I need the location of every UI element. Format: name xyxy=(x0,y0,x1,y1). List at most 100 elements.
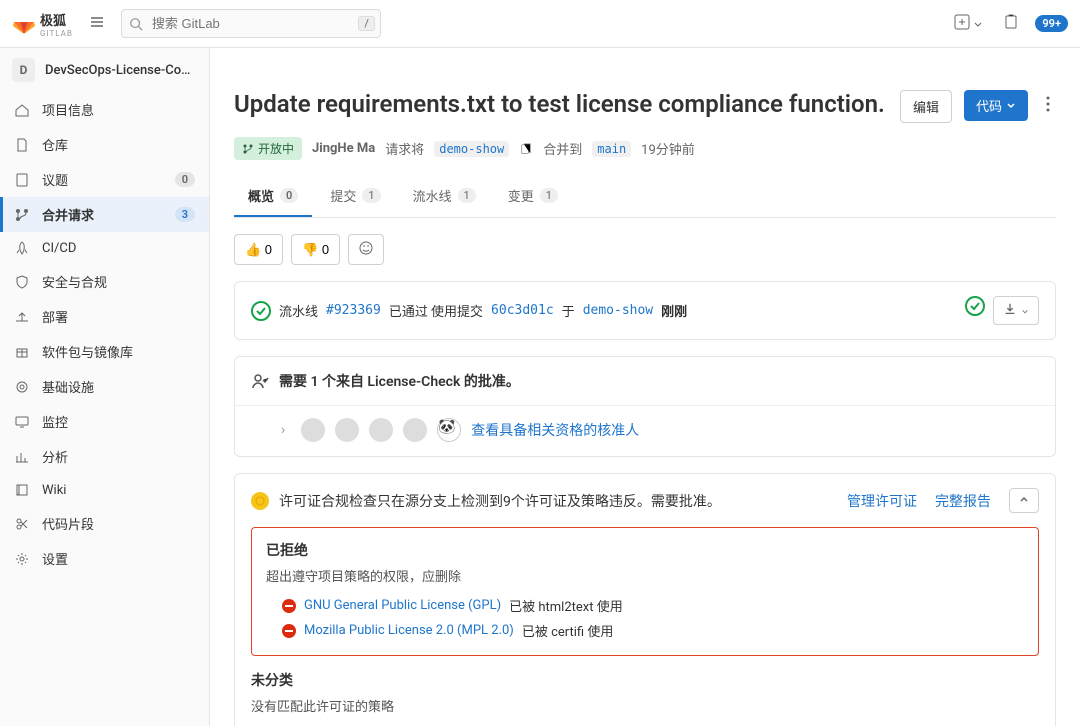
tab-count: 1 xyxy=(458,188,476,203)
hamburger-icon xyxy=(89,14,105,30)
infra-icon xyxy=(14,379,30,395)
edit-button[interactable]: 编辑 xyxy=(900,90,952,123)
license-summary: 许可证合规检查只在源分支上检测到9个许可证及策略违反。需要批准。 xyxy=(279,491,721,511)
nav-count: 3 xyxy=(175,207,195,222)
denied-sub: 超出遵守项目策略的权限，应删除 xyxy=(266,566,1024,585)
thumbs-down-button[interactable]: 👎 0 xyxy=(291,234,340,265)
nav-label: 代码片段 xyxy=(42,514,195,533)
brand-text: 极狐GITLAB xyxy=(40,10,73,38)
target-branch[interactable]: main xyxy=(592,141,631,157)
mr-title: Update requirements.txt to test license … xyxy=(234,90,888,118)
mr-author[interactable]: JingHe Ma xyxy=(312,141,375,156)
tab-概览[interactable]: 概览0 xyxy=(234,176,312,217)
tab-count: 1 xyxy=(540,188,558,203)
merge-icon xyxy=(242,143,254,155)
avatar[interactable]: 🐼 xyxy=(437,418,461,442)
chevron-down-icon xyxy=(973,20,983,30)
package-icon xyxy=(14,344,30,360)
warning-icon xyxy=(251,492,269,510)
nav-label: 合并请求 xyxy=(42,205,163,224)
brand-logo[interactable]: 极狐GITLAB xyxy=(12,10,73,38)
source-branch[interactable]: demo-show xyxy=(434,141,509,157)
copy-icon[interactable] xyxy=(519,142,533,156)
full-report-link[interactable]: 完整报告 xyxy=(935,491,991,511)
clipboard-icon xyxy=(1003,14,1019,30)
sidebar-item-snippets[interactable]: 代码片段 xyxy=(0,506,209,541)
sidebar-item-deploy[interactable]: 部署 xyxy=(0,299,209,334)
search-shortcut: / xyxy=(358,16,375,31)
create-dropdown[interactable] xyxy=(950,10,987,38)
thumbs-up-button[interactable]: 👍 0 xyxy=(234,234,283,265)
tab-提交[interactable]: 提交1 xyxy=(316,176,394,217)
todos-badge[interactable]: 99+ xyxy=(1035,15,1068,32)
tab-流水线[interactable]: 流水线1 xyxy=(399,176,490,217)
project-header[interactable]: D DevSecOps-License-Com... xyxy=(0,48,209,92)
sidebar-item-infra[interactable]: 基础设施 xyxy=(0,369,209,404)
nav-label: 监控 xyxy=(42,412,195,431)
deny-icon xyxy=(282,624,296,638)
sidebar-item-analytics[interactable]: 分析 xyxy=(0,439,209,474)
sidebar-item-wiki[interactable]: Wiki xyxy=(0,474,209,506)
avatar[interactable] xyxy=(301,418,325,442)
monitor-icon xyxy=(14,414,30,430)
more-menu[interactable] xyxy=(1040,90,1056,122)
deny-icon xyxy=(282,599,296,613)
sidebar-item-monitor[interactable]: 监控 xyxy=(0,404,209,439)
merge-icon xyxy=(14,207,30,223)
status-badge: 开放中 xyxy=(234,137,302,160)
sidebar: D DevSecOps-License-Com... 项目信息仓库议题0合并请求… xyxy=(0,48,210,726)
search-icon xyxy=(129,17,143,31)
download-artifacts-button[interactable] xyxy=(993,296,1039,325)
license-link[interactable]: Mozilla Public License 2.0 (MPL 2.0) xyxy=(304,623,514,638)
scissors-icon xyxy=(14,516,30,532)
view-approvers-link[interactable]: 查看具备相关资格的核准人 xyxy=(471,420,639,440)
pipeline-status-icon[interactable] xyxy=(965,296,985,316)
gear-icon xyxy=(14,551,30,567)
add-emoji-button[interactable] xyxy=(348,234,384,265)
menu-toggle-button[interactable] xyxy=(83,8,111,40)
smile-icon xyxy=(358,240,374,256)
reactions: 👍 0 👎 0 xyxy=(234,234,1056,265)
manage-licenses-link[interactable]: 管理许可证 xyxy=(847,491,917,511)
tabs: 概览0提交1流水线1变更1 xyxy=(234,176,1056,218)
sidebar-item-packages[interactable]: 软件包与镜像库 xyxy=(0,334,209,369)
search-box[interactable]: / xyxy=(121,9,381,38)
pipeline-branch-link[interactable]: demo-show xyxy=(583,303,653,318)
nav-label: 仓库 xyxy=(42,135,195,154)
avatar[interactable] xyxy=(369,418,393,442)
license-link[interactable]: GNU General Public License (GPL) xyxy=(304,598,501,613)
collapse-button[interactable] xyxy=(1009,488,1039,513)
mr-meta: 开放中 JingHe Ma 请求将 demo-show 合并到 main 19分… xyxy=(234,131,1056,176)
nav-count: 0 xyxy=(175,172,195,187)
sidebar-item-security[interactable]: 安全与合规 xyxy=(0,264,209,299)
project-avatar: D xyxy=(12,58,35,82)
main-content: Update requirements.txt to test license … xyxy=(210,48,1080,726)
nav-label: 部署 xyxy=(42,307,195,326)
expand-approvers[interactable]: › xyxy=(275,420,291,440)
sidebar-item-info[interactable]: 项目信息 xyxy=(0,92,209,127)
breadcrumb xyxy=(234,48,1056,78)
avatar[interactable] xyxy=(335,418,359,442)
pipeline-id-link[interactable]: #923369 xyxy=(326,303,381,318)
tab-变更[interactable]: 变更1 xyxy=(494,176,572,217)
chart-icon xyxy=(14,449,30,465)
deploy-icon xyxy=(14,309,30,325)
avatar[interactable] xyxy=(403,418,427,442)
chevron-down-icon xyxy=(1006,101,1016,111)
sidebar-item-mr[interactable]: 合并请求 3 xyxy=(0,197,209,232)
issues-icon-header[interactable] xyxy=(999,10,1023,38)
tab-count: 1 xyxy=(362,188,380,203)
nav-label: 软件包与镜像库 xyxy=(42,342,195,361)
nav-label: Wiki xyxy=(42,483,195,498)
license-item: GNU General Public License (GPL) 已被 html… xyxy=(266,593,1024,618)
nav-label: 安全与合规 xyxy=(42,272,195,291)
sidebar-item-issues[interactable]: 议题0 xyxy=(0,162,209,197)
unclassified-sub: 没有匹配此许可证的策略 xyxy=(251,696,1039,715)
code-dropdown[interactable]: 代码 xyxy=(964,90,1028,121)
sidebar-item-settings[interactable]: 设置 xyxy=(0,541,209,576)
sidebar-item-cicd[interactable]: CI/CD xyxy=(0,232,209,264)
search-input[interactable] xyxy=(121,9,381,38)
commit-link[interactable]: 60c3d01c xyxy=(491,303,554,318)
sidebar-item-repo[interactable]: 仓库 xyxy=(0,127,209,162)
nav-label: CI/CD xyxy=(42,241,195,256)
